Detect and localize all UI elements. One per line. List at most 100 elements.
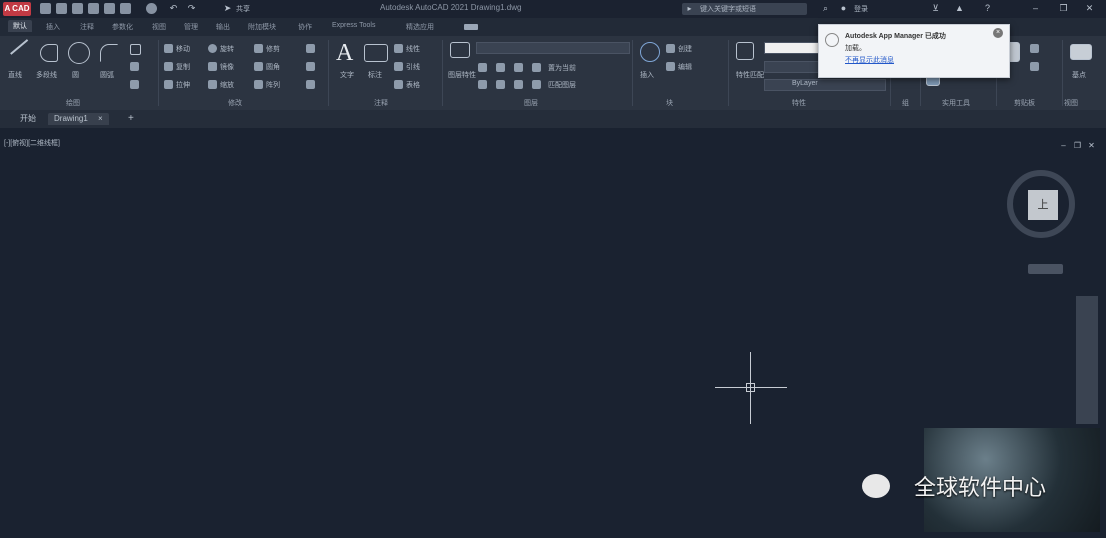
- viewcube[interactable]: 上: [1028, 190, 1058, 220]
- edit-block-label[interactable]: 编辑: [678, 62, 692, 72]
- array-label[interactable]: 阵列: [266, 80, 280, 90]
- create-block-label[interactable]: 创建: [678, 44, 692, 54]
- match-properties-label[interactable]: 特性匹配: [736, 70, 764, 80]
- tab-view[interactable]: 视图: [152, 22, 166, 32]
- viewport-controls[interactable]: [-][俯视][二维线框]: [4, 138, 60, 148]
- web-icon[interactable]: [146, 3, 157, 14]
- erase-icon[interactable]: [306, 44, 315, 53]
- stretch-label[interactable]: 拉伸: [176, 80, 190, 90]
- rectangle-icon[interactable]: [130, 44, 141, 55]
- layer-properties-icon[interactable]: [450, 42, 470, 58]
- tab-addins[interactable]: 附加模块: [248, 22, 276, 32]
- app-manager-notification[interactable]: Autodesk App Manager 已成功 加载。 不再显示此消息 ×: [818, 24, 1010, 78]
- tab-home[interactable]: 默认: [8, 20, 32, 32]
- tab-express-tools[interactable]: Express Tools: [332, 22, 375, 29]
- group-modify-label[interactable]: 修改: [228, 98, 242, 108]
- line-label[interactable]: 直线: [8, 70, 22, 80]
- cart-icon[interactable]: ⊻: [930, 3, 941, 14]
- tab-featured-apps[interactable]: 精选应用: [406, 22, 434, 32]
- stretch-icon[interactable]: [164, 80, 173, 89]
- search-icon[interactable]: ⌕: [820, 3, 831, 14]
- create-block-icon[interactable]: [666, 44, 675, 53]
- layer-tool-icon[interactable]: [478, 80, 487, 89]
- undo-icon[interactable]: ↶: [168, 3, 179, 14]
- mirror-icon[interactable]: [208, 62, 217, 71]
- array-icon[interactable]: [254, 80, 263, 89]
- leader-icon[interactable]: [394, 62, 403, 71]
- layer-tool-icon[interactable]: [532, 63, 541, 72]
- tab-output[interactable]: 输出: [216, 22, 230, 32]
- copy-icon[interactable]: [164, 62, 173, 71]
- group-groups-label[interactable]: 组: [902, 98, 909, 108]
- open-file-icon[interactable]: [56, 3, 67, 14]
- layer-tool-icon[interactable]: [532, 80, 541, 89]
- tab-manage[interactable]: 管理: [184, 22, 198, 32]
- linear-icon[interactable]: [394, 44, 403, 53]
- trim-icon[interactable]: [254, 44, 263, 53]
- share-icon[interactable]: ➤: [222, 3, 233, 14]
- arc-icon[interactable]: [100, 44, 118, 62]
- save-icon[interactable]: [72, 3, 83, 14]
- group-block-label[interactable]: 块: [666, 98, 673, 108]
- edit-block-icon[interactable]: [666, 62, 675, 71]
- rotate-icon[interactable]: [208, 44, 217, 53]
- autodesk-icon[interactable]: ▲: [954, 3, 965, 14]
- offset-icon[interactable]: [306, 80, 315, 89]
- move-label[interactable]: 移动: [176, 44, 190, 54]
- tab-annotate[interactable]: 注释: [80, 22, 94, 32]
- drawing-tab[interactable]: Drawing1 ×: [48, 113, 109, 125]
- dimension-icon[interactable]: [364, 44, 388, 62]
- navigation-bar[interactable]: [1076, 296, 1098, 424]
- viewport-minimize-icon[interactable]: –: [1058, 140, 1069, 151]
- text-icon[interactable]: A: [336, 40, 353, 67]
- notification-link[interactable]: 不再显示此消息: [845, 55, 894, 65]
- trim-label[interactable]: 修剪: [266, 44, 280, 54]
- tab-parametric[interactable]: 参数化: [112, 22, 133, 32]
- layer-dropdown[interactable]: [476, 42, 630, 54]
- hatch-icon[interactable]: [130, 62, 139, 71]
- application-menu-button[interactable]: A CAD: [3, 2, 31, 16]
- base-view-icon[interactable]: [1070, 44, 1092, 60]
- circle-icon[interactable]: [68, 42, 90, 64]
- insert-block-icon[interactable]: [640, 42, 660, 62]
- layer-tool-icon[interactable]: [496, 80, 505, 89]
- text-label[interactable]: 文字: [340, 70, 354, 80]
- copy-clip-icon[interactable]: [1030, 44, 1039, 53]
- lineweight-dropdown[interactable]: [764, 79, 886, 91]
- set-current-label[interactable]: 置为当前: [548, 63, 576, 73]
- group-annotation-label[interactable]: 注释: [374, 98, 388, 108]
- match-layer-label[interactable]: 匹配图层: [548, 80, 576, 90]
- layer-tool-icon[interactable]: [478, 63, 487, 72]
- leader-label[interactable]: 引线: [406, 62, 420, 72]
- layer-tool-icon[interactable]: [514, 63, 523, 72]
- gradient-icon[interactable]: [130, 80, 139, 89]
- help-icon[interactable]: ?: [982, 3, 993, 14]
- mirror-label[interactable]: 镜像: [220, 62, 234, 72]
- tab-insert[interactable]: 插入: [46, 22, 60, 32]
- group-view-label[interactable]: 视图: [1064, 98, 1078, 108]
- minimize-icon[interactable]: –: [1030, 3, 1041, 14]
- scale-label[interactable]: 缩放: [220, 80, 234, 90]
- notification-close-icon[interactable]: ×: [993, 28, 1003, 38]
- signin-label[interactable]: 登录: [854, 4, 868, 14]
- fillet-label[interactable]: 圆角: [266, 62, 280, 72]
- table-icon[interactable]: [394, 80, 403, 89]
- wcs-menu[interactable]: [1028, 264, 1063, 274]
- new-file-icon[interactable]: [40, 3, 51, 14]
- redo-icon[interactable]: ↷: [186, 3, 197, 14]
- base-view-label[interactable]: 基点: [1072, 70, 1086, 80]
- close-icon[interactable]: ✕: [1084, 3, 1095, 14]
- new-tab-icon[interactable]: +: [122, 113, 140, 125]
- restore-icon[interactable]: ❐: [1058, 3, 1069, 14]
- tab-close-icon[interactable]: ×: [98, 114, 103, 123]
- circle-label[interactable]: 圆: [72, 70, 79, 80]
- table-label[interactable]: 表格: [406, 80, 420, 90]
- scale-icon[interactable]: [208, 80, 217, 89]
- search-input[interactable]: ▸ 键入关键字或短语: [682, 3, 807, 15]
- linear-label[interactable]: 线性: [406, 44, 420, 54]
- layer-tool-icon[interactable]: [514, 80, 523, 89]
- match-properties-icon[interactable]: [736, 42, 754, 60]
- polyline-label[interactable]: 多段线: [36, 70, 57, 80]
- viewport-restore-icon[interactable]: ❐: [1072, 140, 1083, 151]
- insert-block-label[interactable]: 插入: [640, 70, 654, 80]
